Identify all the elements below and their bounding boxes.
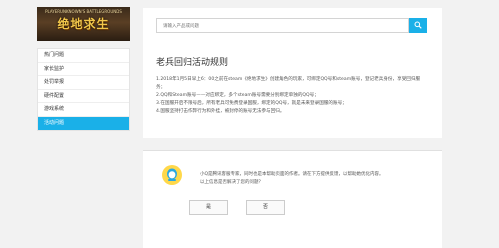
sidebar-item-events[interactable]: 活动问题 [38,116,129,130]
article-line: 3.在国服开启不限号后，所有老兵可免费登录国服，绑定的QQ号，就是未来登录国服的… [156,101,347,106]
search-input[interactable] [157,19,415,34]
support-agent-icon [162,165,182,185]
sidebar: PLAYERUNKNOWN'S BATTLEGROUNDS 绝地求生 热门问题 … [37,7,130,158]
sidebar-item-parental-control[interactable]: 家长监护 [38,63,129,76]
search-button[interactable] [409,18,427,33]
xiaoq-avatar [162,165,182,185]
article-content: 1.2018年1月5日早上6：00之前在steam《绝地求生》创建角色的玩家，可… [156,76,428,116]
sidebar-menu: 热门问题 家长监护 处罚举报 硬件配置 游戏系统 活动问题 [37,48,130,131]
article-line: 4.国服坚持打击作弊行为和外挂，被封停的账号无法参与回归。 [156,109,285,114]
article-line: 1.2018年1月5日早上6：00之前在steam《绝地求生》创建角色的玩家，可… [156,77,421,90]
page: PLAYERUNKNOWN'S BATTLEGROUNDS 绝地求生 热门问题 … [0,0,499,248]
sidebar-item-game-system[interactable]: 游戏系统 [38,103,129,117]
no-button[interactable]: 否 [246,200,285,215]
sidebar-item-hot-questions[interactable]: 热门问题 [38,49,129,63]
feedback-intro: 小Q是腾讯客服专家，同时也是本帮助页面的作者。请在下方提供反馈，以帮助她优化内容… [200,172,384,177]
main-panel: 老兵回归活动规则 1.2018年1月5日早上6：00之前在steam《绝地求生》… [143,8,442,138]
article-title: 老兵回归活动规则 [156,58,229,68]
feedback-panel: 小Q是腾讯客服专家，同时也是本帮助页面的作者。请在下方提供反馈，以帮助她优化内容… [143,150,442,248]
logo-title: 绝地求生 [57,17,110,31]
sidebar-item-hardware[interactable]: 硬件配置 [38,90,129,103]
yes-button[interactable]: 是 [189,200,228,215]
search-icon [414,21,422,29]
logo-subtitle: PLAYERUNKNOWN'S BATTLEGROUNDS [45,9,122,14]
feedback-question: 以上信息是否解决了您的问题？ [200,180,263,185]
sidebar-item-penalty-report[interactable]: 处罚举报 [38,76,129,90]
game-logo[interactable]: PLAYERUNKNOWN'S BATTLEGROUNDS 绝地求生 [37,7,130,41]
article-line: 2.QQ和Steam账号——对应绑定，多个steam账号需要分别绑定单独的QQ号… [156,93,319,98]
feedback-text: 小Q是腾讯客服专家，同时也是本帮助页面的作者。请在下方提供反馈，以帮助她优化内容… [200,171,384,187]
search-box [156,18,415,34]
